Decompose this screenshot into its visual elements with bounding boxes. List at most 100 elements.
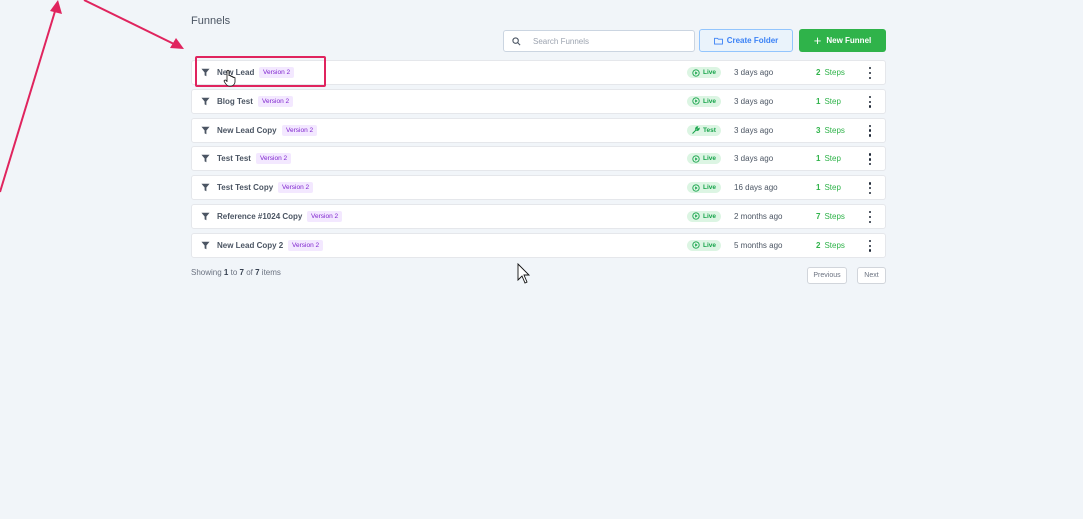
play-circle-icon (692, 68, 700, 77)
steps-count[interactable]: 1 Step (816, 97, 841, 106)
version-badge: Version 2 (256, 153, 292, 165)
status-badge: Test (687, 124, 721, 136)
funnel-name[interactable]: Test Test Copy (217, 183, 273, 192)
steps-number: 3 (816, 125, 821, 135)
play-circle-icon (692, 241, 700, 249)
play-circle-icon (692, 212, 700, 221)
steps-label: Step (824, 183, 841, 193)
annotation-arrow-line (83, 0, 177, 46)
steps-label: Step (824, 154, 841, 164)
create-folder-label: Create Folder (726, 36, 779, 45)
funnel-row[interactable]: New Lead Copy 2 Version 2 Live 5 months ago… (191, 232, 886, 258)
funnel-icon (201, 97, 210, 106)
page-title: Funnels (191, 15, 231, 27)
funnel-row[interactable]: Blog Test Version 2 Live 3 days ago 1 Step (191, 88, 886, 114)
pagination-to-word: to (230, 268, 238, 277)
folder-icon (713, 37, 723, 45)
status-badge: Live (687, 67, 722, 78)
updated-time: 5 months ago (734, 240, 783, 250)
status-label: Live (703, 212, 717, 220)
steps-label: Steps (824, 125, 845, 135)
steps-count[interactable]: 2 Steps (816, 241, 845, 250)
steps-number: 1 (816, 183, 821, 193)
pagination-from: 1 (223, 268, 229, 277)
status-label: Live (703, 69, 717, 76)
status-label: Live (703, 97, 717, 105)
status-badge: Live (687, 239, 722, 251)
steps-count[interactable]: 1 Step (816, 183, 841, 192)
steps-number: 1 (816, 154, 821, 164)
version-badge: Version 2 (282, 124, 318, 136)
new-funnel-button[interactable]: + New Funnel (799, 29, 886, 52)
status-badge: Live (687, 95, 722, 107)
steps-number: 2 (816, 240, 821, 250)
updated-time: 3 days ago (734, 154, 774, 164)
steps-label: Step (824, 96, 841, 106)
status-label: Live (703, 155, 717, 163)
search-icon (512, 36, 521, 45)
steps-count[interactable]: 2 Steps (816, 68, 845, 77)
previous-page-button[interactable]: Previous (807, 267, 847, 284)
funnel-list: New Lead Version 2 Live 3 days ago 2 Steps Blo… (191, 60, 886, 262)
updated-time: 3 days ago (734, 125, 774, 135)
status-label: Test (703, 126, 716, 134)
funnel-icon (201, 155, 210, 163)
mouse-pointer-icon (517, 262, 531, 284)
version-badge: Version 2 (307, 210, 343, 222)
more-options-icon[interactable] (868, 210, 872, 223)
funnel-row[interactable]: Reference #1024 Copy Version 2 Live 2 month… (191, 203, 886, 229)
status-badge: Live (687, 210, 722, 222)
funnel-row[interactable]: Test Test Copy Version 2 Live 16 days ago 1 S… (191, 175, 886, 201)
steps-count[interactable]: 1 Step (816, 154, 841, 163)
funnel-row[interactable]: Test Test Version 2 Live 3 days ago 1 Step (191, 146, 886, 172)
pagination-prefix: Showing (191, 268, 222, 277)
new-funnel-label: New Funnel (826, 36, 872, 45)
next-page-button[interactable]: Next (857, 267, 886, 284)
funnel-icon (201, 241, 210, 250)
funnel-icon (201, 212, 210, 221)
steps-number: 1 (816, 96, 821, 106)
funnel-name[interactable]: Blog Test (217, 97, 253, 106)
version-badge: Version 2 (278, 182, 314, 194)
more-options-icon[interactable] (868, 124, 872, 137)
pagination-summary: Showing 1 to 7 of 7 items (191, 268, 281, 277)
status-label: Live (703, 241, 717, 249)
steps-label: Steps (824, 211, 845, 221)
status-badge: Live (687, 182, 722, 194)
more-options-icon[interactable] (868, 95, 872, 108)
annotation-arrow-line (0, 7, 57, 193)
funnel-name[interactable]: Reference #1024 Copy (217, 212, 302, 221)
plus-icon: + (813, 32, 822, 48)
annotation-arrowhead (50, 0, 62, 14)
wrench-icon (692, 126, 700, 134)
steps-label: Steps (824, 240, 845, 250)
funnel-name[interactable]: Test Test (217, 154, 251, 163)
play-circle-icon (692, 155, 700, 163)
status-badge: Live (687, 153, 722, 165)
funnel-icon (201, 126, 210, 134)
version-badge: Version 2 (258, 95, 294, 107)
pagination-of-word: of (246, 268, 253, 277)
steps-count[interactable]: 7 Steps (816, 212, 845, 221)
version-badge: Version 2 (288, 239, 324, 251)
steps-count[interactable]: 3 Steps (816, 126, 845, 135)
play-circle-icon (692, 184, 700, 192)
create-folder-button[interactable]: Create Folder (699, 29, 793, 52)
status-label: Live (703, 184, 717, 192)
funnel-row[interactable]: New Lead Copy Version 2 Test 3 days ago 3 Ste… (191, 117, 886, 143)
pagination-total: 7 (255, 268, 260, 277)
search-box[interactable] (503, 30, 695, 52)
updated-time: 3 days ago (734, 68, 774, 77)
steps-number: 7 (816, 211, 821, 221)
updated-time: 3 days ago (734, 96, 774, 106)
more-options-icon[interactable] (868, 67, 872, 79)
steps-label: Steps (824, 68, 845, 77)
funnel-name[interactable]: New Lead Copy 2 (217, 241, 283, 250)
more-options-icon[interactable] (868, 182, 872, 195)
search-input[interactable] (533, 36, 683, 46)
more-options-icon[interactable] (868, 239, 872, 252)
funnel-name[interactable]: New Lead Copy (217, 126, 277, 135)
more-options-icon[interactable] (868, 153, 872, 166)
annotation-highlight-box (195, 56, 326, 87)
funnel-icon (201, 183, 210, 192)
